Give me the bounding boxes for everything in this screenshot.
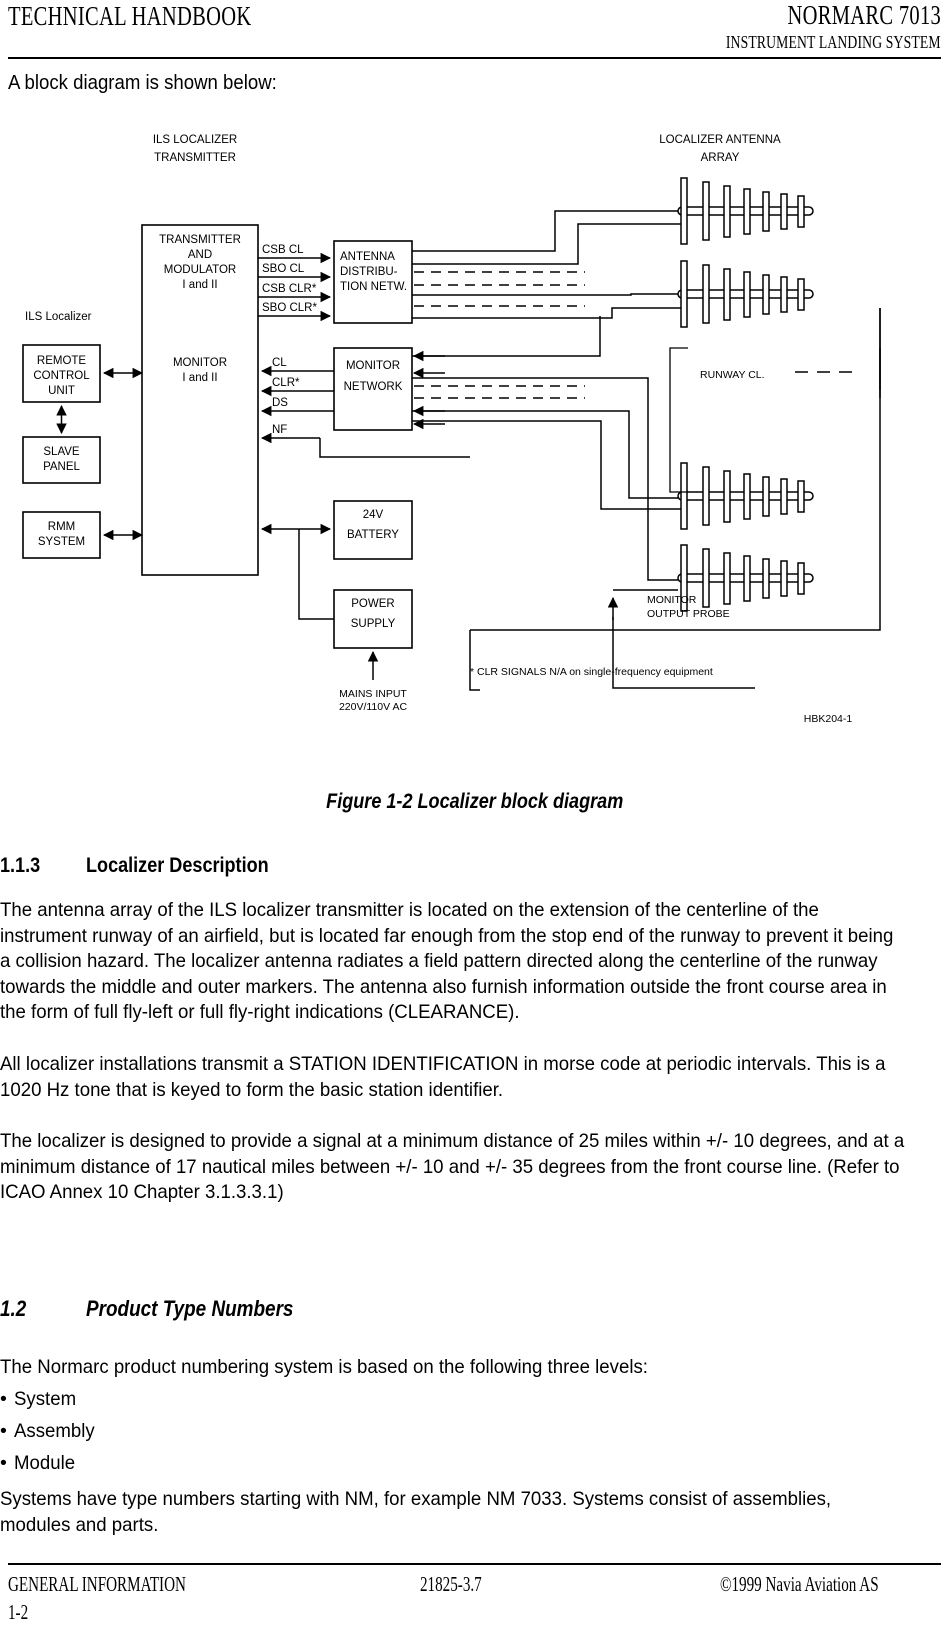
paragraph-numbering-intro-text: The Normarc product numbering system is … [0, 1356, 648, 1378]
paragraph-signal-coverage: The localizer is designed to provide a s… [0, 1129, 905, 1206]
block-slave-panel-line1: SLAVE [43, 446, 80, 458]
block-slave-panel [22, 436, 101, 484]
block-monitor-internal-line1: MONITOR [173, 357, 227, 369]
block-antenna-dist-line3: TION NETW. [340, 281, 407, 293]
intro-text: A block diagram is shown below: [8, 72, 277, 94]
block-rmm-system-line2: SYSTEM [38, 536, 85, 548]
bullet-icon: • [0, 1452, 7, 1474]
signal-label-ds: DS [272, 397, 288, 409]
section-heading-1-2: 1.2 Product Type Numbers [0, 1296, 327, 1322]
bullet-icon: • [0, 1420, 7, 1442]
diagram-title-transmitter-line1: ILS LOCALIZER [153, 134, 237, 146]
figure-caption: Figure 1-2 Localizer block diagram [0, 790, 949, 814]
paragraph-numbering-intro: The Normarc product numbering system is … [0, 1355, 905, 1381]
figure-footnote: * CLR SIGNALS N/A on single-frequency eq… [470, 666, 713, 678]
paragraph-system-type-numbers-text: Systems have type numbers starting with … [0, 1488, 832, 1536]
figure-drawing-id: HBK204-1 [804, 713, 853, 725]
annotation-monitor-probe-line1: MONITOR [647, 594, 697, 606]
footer-document-number: 21825-3.7 [420, 1572, 482, 1596]
block-monitor-network-line1: MONITOR [346, 360, 400, 372]
header-divider [8, 57, 941, 59]
antenna-array-1 [677, 177, 814, 245]
block-remote-control-unit-line3: UNIT [48, 385, 75, 397]
footer-copyright: ©1999 Navia Aviation AS [720, 1572, 879, 1596]
block-transmitter-line1: TRANSMITTER [159, 234, 241, 246]
localizer-block-diagram: ILS LOCALIZER TRANSMITTER LOCALIZER ANTE… [0, 120, 949, 760]
list-item-label: Module [14, 1452, 76, 1474]
diagram-label-ils-localizer: ILS Localizer [25, 311, 92, 323]
signal-label-csb-clr: CSB CLR* [262, 283, 317, 295]
list-item-label: Assembly [14, 1420, 95, 1442]
signal-label-cl: CL [272, 357, 287, 369]
section-heading-1-1-3: 1.1.3 Localizer Description [0, 854, 298, 878]
block-antenna-dist-line2: DISTRIBU- [340, 266, 398, 278]
system-subtitle: INSTRUMENT LANDING SYSTEM [726, 32, 941, 52]
block-transmitter-line3: MODULATOR [164, 264, 236, 276]
block-power-supply-line1: POWER [351, 598, 394, 610]
list-item: • Assembly [0, 1415, 905, 1447]
block-transmitter-line2: AND [188, 249, 212, 261]
list-item: • Module [0, 1447, 905, 1479]
footer-section-label: GENERAL INFORMATION [8, 1572, 186, 1596]
annotation-mains-input-line2: 220V/110V AC [339, 701, 408, 713]
paragraph-localizer-antenna: The antenna array of the ILS localizer t… [0, 898, 905, 1026]
section-title-1-2: Product Type Numbers [86, 1296, 294, 1321]
paragraph-localizer-antenna-text: The antenna array of the ILS localizer t… [0, 899, 894, 1024]
footer-page-number: 1-2 [8, 1600, 29, 1624]
annotation-runway-centerline: RUNWAY CL. [700, 369, 765, 381]
block-battery-line1: 24V [363, 509, 384, 521]
block-transmitter-modulator [141, 224, 259, 576]
signal-label-clr: CLR* [272, 377, 300, 389]
paragraph-system-type-numbers: Systems have type numbers starting with … [0, 1487, 905, 1538]
signal-label-sbo-clr: SBO CLR* [262, 302, 317, 314]
paragraph-signal-coverage-text: The localizer is designed to provide a s… [0, 1130, 905, 1204]
product-title: NORMARC 7013 [787, 0, 941, 30]
list-item-label: System [14, 1388, 77, 1410]
signal-label-nf: NF [272, 424, 287, 436]
block-rmm-system-line1: RMM [48, 521, 75, 533]
handbook-title: TECHNICAL HANDBOOK [8, 1, 252, 31]
paragraph-station-identification-text: All localizer installations transmit a S… [0, 1053, 886, 1101]
annotation-monitor-probe-line2: OUTPUT PROBE [647, 608, 730, 620]
signal-label-csb-cl: CSB CL [262, 244, 304, 256]
bullet-icon: • [0, 1388, 7, 1410]
list-item: • System [0, 1383, 905, 1415]
block-monitor-network-line2: NETWORK [344, 381, 403, 393]
block-remote-control-unit-line2: CONTROL [33, 370, 90, 382]
block-rmm-system [22, 511, 101, 559]
section-number-1-2: 1.2 [0, 1296, 27, 1321]
diagram-title-antenna-line1: LOCALIZER ANTENNA [659, 134, 781, 146]
block-antenna-dist-line1: ANTENNA [340, 251, 395, 263]
figure-caption-text: Figure 1-2 Localizer block diagram [325, 790, 624, 813]
block-slave-panel-line2: PANEL [43, 461, 80, 473]
signal-label-sbo-cl: SBO CL [262, 263, 305, 275]
annotation-mains-input-line1: MAINS INPUT [339, 688, 407, 700]
diagram-title-antenna-line2: ARRAY [701, 152, 740, 164]
paragraph-station-identification: All localizer installations transmit a S… [0, 1052, 905, 1103]
product-levels-list: • System • Assembly • Module [0, 1383, 905, 1479]
block-remote-control-unit-line1: REMOTE [37, 355, 87, 367]
section-number-1-1-3: 1.1.3 [0, 854, 41, 877]
block-battery-line2: BATTERY [347, 529, 399, 541]
footer-divider [8, 1563, 941, 1565]
antenna-array-4 [677, 544, 814, 612]
section-title-1-1-3: Localizer Description [86, 854, 269, 877]
antenna-array-2 [677, 260, 814, 328]
diagram-title-transmitter-line2: TRANSMITTER [154, 152, 236, 164]
block-power-supply-line2: SUPPLY [351, 618, 396, 630]
antenna-array-3 [677, 462, 814, 530]
block-transmitter-line4: I and II [182, 279, 217, 291]
page-header: TECHNICAL HANDBOOK NORMARC 7013 INSTRUME… [8, 0, 941, 52]
block-monitor-internal-line2: I and II [182, 372, 217, 384]
